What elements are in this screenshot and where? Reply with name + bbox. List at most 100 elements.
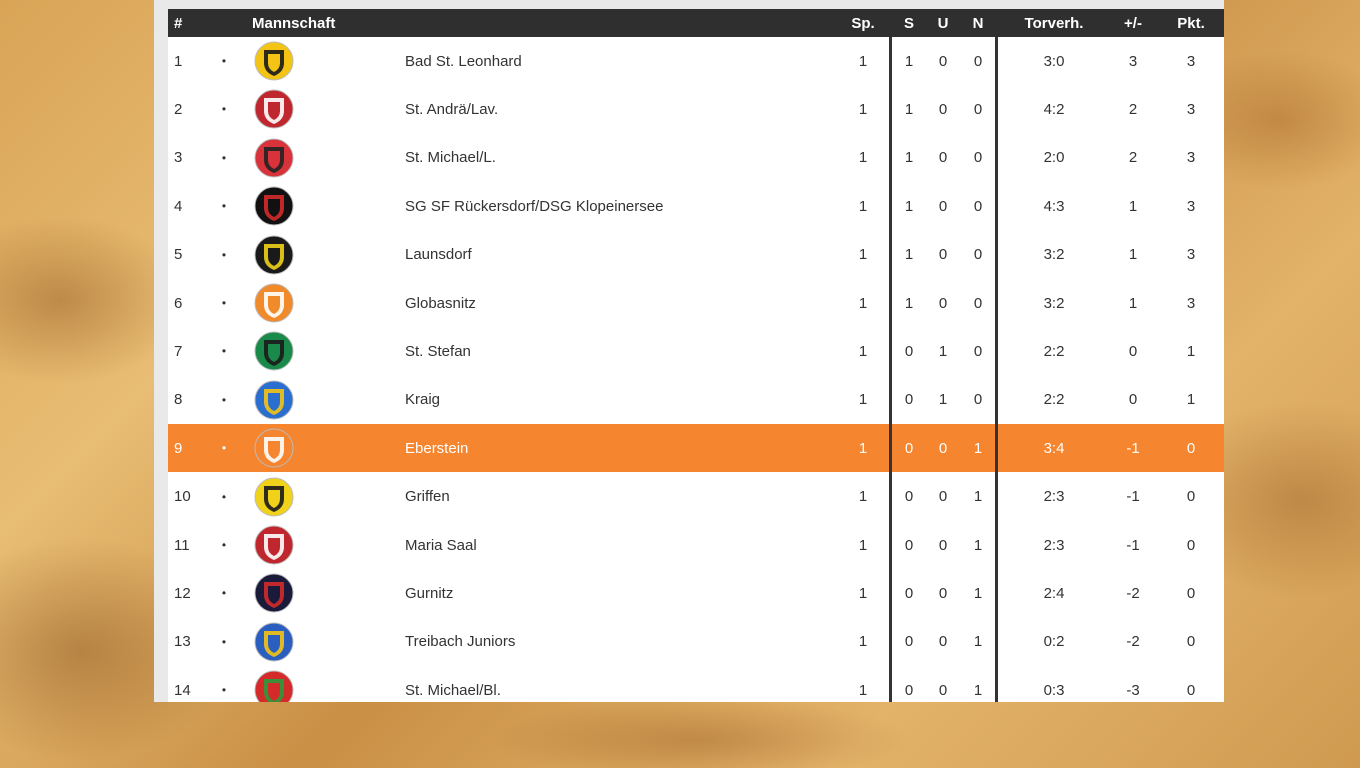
- row-wins: 1: [904, 197, 914, 215]
- row-bullet: •: [221, 296, 227, 310]
- team-logo: [252, 521, 296, 569]
- row-team-name[interactable]: St. Stefan: [405, 327, 471, 375]
- table-row[interactable]: 8 Kraig 1 0 1 0 2:2 0 1 •: [168, 376, 1224, 424]
- row-wins: 1: [904, 100, 914, 118]
- row-played: 1: [858, 342, 868, 360]
- row-losses: 1: [973, 536, 983, 554]
- row-team-name[interactable]: St. Michael/L.: [405, 134, 496, 182]
- row-bullet: •: [221, 489, 227, 504]
- row-position: 4: [174, 197, 183, 215]
- sc-launsdorf-crest-icon: [254, 235, 294, 275]
- row-points: 1: [1186, 391, 1196, 409]
- team-logo: [252, 231, 296, 279]
- row-wins: 1: [904, 246, 914, 264]
- row-points: 0: [1186, 439, 1196, 457]
- row-played: 1: [858, 197, 868, 215]
- row-team-name[interactable]: Bad St. Leonhard: [405, 37, 522, 85]
- team-logo: [252, 618, 296, 666]
- row-goal-diff: -3: [1126, 681, 1140, 699]
- row-position: 7: [174, 342, 183, 360]
- row-played: 1: [858, 52, 868, 70]
- table-row[interactable]: 5 Launsdorf 1 1 0 0 3:2 1 3 •: [168, 231, 1224, 279]
- row-draws: 0: [938, 246, 948, 264]
- row-goal-diff: 1: [1128, 294, 1138, 312]
- row-played: 1: [858, 681, 868, 699]
- row-goal-diff: 1: [1128, 246, 1138, 264]
- row-draws: 0: [938, 488, 948, 506]
- row-team-name[interactable]: St. Andrä/Lav.: [405, 85, 498, 133]
- row-wins: 0: [904, 584, 914, 602]
- row-points: 0: [1186, 536, 1196, 554]
- row-wins: 0: [904, 488, 914, 506]
- row-points: 3: [1186, 246, 1196, 264]
- row-wins: 0: [904, 681, 914, 699]
- row-played: 1: [858, 439, 868, 457]
- row-points: 1: [1186, 342, 1196, 360]
- table-row[interactable]: 3 St. Michael/L. 1 1 0 0 2:0 2 3 •: [168, 134, 1224, 182]
- row-bullet: •: [221, 538, 227, 552]
- row-played: 1: [858, 536, 868, 554]
- row-team-name[interactable]: Eberstein: [405, 424, 468, 472]
- row-points: 3: [1186, 197, 1196, 215]
- row-played: 1: [858, 149, 868, 167]
- maria-saal-crest-icon: [254, 525, 294, 565]
- row-position: 13: [174, 633, 191, 651]
- row-draws: 1: [938, 342, 948, 360]
- st-michael-crest-icon: [254, 138, 294, 178]
- row-team-name[interactable]: St. Michael/Bl.: [405, 666, 501, 702]
- row-draws: 0: [938, 52, 948, 70]
- table-row[interactable]: 6 Globasnitz 1 1 0 0 3:2 1 3 •: [168, 279, 1224, 327]
- team-logo: [252, 569, 296, 617]
- row-losses: 1: [973, 584, 983, 602]
- table-row[interactable]: 12 Gurnitz 1 0 0 1 2:4 -2 0 •: [168, 569, 1224, 617]
- row-bullet: •: [221, 344, 227, 359]
- table-header: # Mannschaft Sp. S U N Torverh. +/- Pkt.: [168, 9, 1224, 37]
- st-stefan-crest-icon: [254, 331, 294, 371]
- table-row[interactable]: 4 SG SF Rückersdorf/DSG Klopeinersee 1 1 0 0 4…: [168, 182, 1224, 230]
- table-row[interactable]: 7 St. Stefan 1 0 1 0 2:2 0 1 •: [168, 327, 1224, 375]
- row-goal-diff: -2: [1126, 584, 1140, 602]
- row-goal-ratio: 2:2: [1043, 342, 1065, 360]
- header-position: #: [174, 14, 183, 32]
- row-points: 0: [1186, 633, 1196, 651]
- team-logo: [252, 666, 296, 702]
- table-row[interactable]: 1 Bad St. Leonhard 1 1 0 0 3:0 3 3 •: [168, 37, 1224, 85]
- row-position: 2: [174, 100, 183, 118]
- column-divider: [995, 37, 998, 702]
- table-row[interactable]: 13 Treibach Juniors 1 0 0 1 0:2 -2 0 •: [168, 618, 1224, 666]
- team-logo: [252, 37, 296, 85]
- row-losses: 0: [973, 342, 983, 360]
- row-bullet: •: [221, 247, 227, 262]
- row-losses: 0: [973, 391, 983, 409]
- table-row[interactable]: 10 Griffen 1 0 0 1 2:3 -1 0 •: [168, 473, 1224, 521]
- row-position: 10: [174, 488, 191, 506]
- row-played: 1: [858, 391, 868, 409]
- row-goal-ratio: 0:2: [1043, 633, 1065, 651]
- team-logo: [252, 182, 296, 230]
- table-row[interactable]: 14 St. Michael/Bl. 1 0 0 1 0:3 -3 0 •: [168, 666, 1224, 702]
- row-losses: 1: [973, 681, 983, 699]
- team-logo: [252, 424, 296, 472]
- row-team-name[interactable]: Globasnitz: [405, 279, 476, 327]
- table-row[interactable]: 11 Maria Saal 1 0 0 1 2:3 -1 0 •: [168, 521, 1224, 569]
- gurnitz-crest-icon: [254, 573, 294, 613]
- row-team-name[interactable]: SG SF Rückersdorf/DSG Klopeinersee: [405, 182, 663, 230]
- row-position: 14: [174, 681, 191, 699]
- row-team-name[interactable]: Treibach Juniors: [405, 618, 515, 666]
- header-goal-ratio: Torverh.: [1024, 14, 1084, 32]
- row-wins: 0: [904, 439, 914, 457]
- table-row[interactable]: 2 St. Andrä/Lav. 1 1 0 0 4:2 2 3 •: [168, 85, 1224, 133]
- row-bullet: •: [221, 150, 227, 165]
- row-wins: 1: [904, 294, 914, 312]
- row-team-name[interactable]: Launsdorf: [405, 231, 472, 279]
- row-team-name[interactable]: Griffen: [405, 473, 450, 521]
- row-team-name[interactable]: Gurnitz: [405, 569, 453, 617]
- row-team-name[interactable]: Maria Saal: [405, 521, 477, 569]
- row-goal-ratio: 2:0: [1043, 149, 1065, 167]
- row-goal-ratio: 2:4: [1043, 584, 1065, 602]
- table-row[interactable]: 9 Eberstein 1 0 0 1 3:4 -1 0 •: [168, 424, 1224, 473]
- row-losses: 0: [973, 52, 983, 70]
- row-wins: 1: [904, 52, 914, 70]
- row-team-name[interactable]: Kraig: [405, 376, 440, 424]
- row-goal-ratio: 3:0: [1043, 52, 1065, 70]
